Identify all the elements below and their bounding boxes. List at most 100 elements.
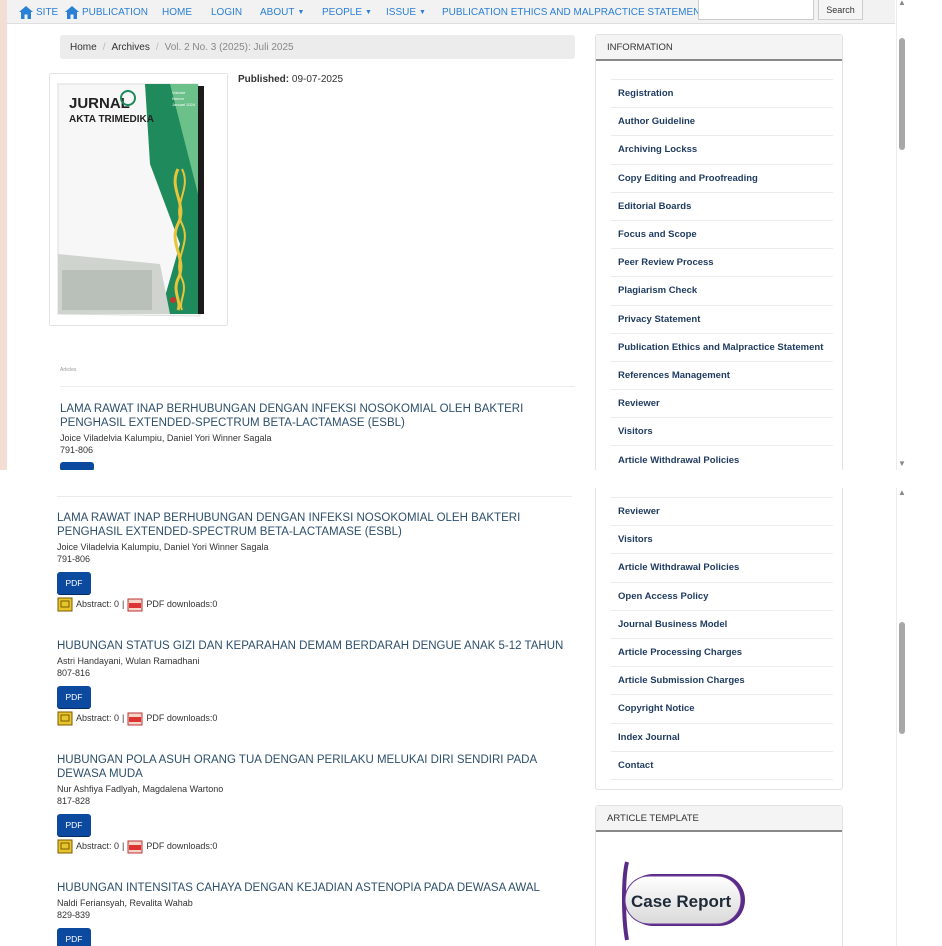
- cover-subtitle: AKTA TRIMEDIKA: [69, 114, 154, 125]
- case-report-banner: Case Report: [622, 861, 745, 941]
- download-count: PDF downloads:0: [146, 713, 218, 723]
- nav-people[interactable]: PEOPLE ▼: [322, 3, 372, 21]
- screenshot-top: SITE PUBLICATION HOME LOGIN ABOUT ▼ PEOPL…: [0, 0, 942, 470]
- article-title-link[interactable]: HUBUNGAN INTENSITAS CAHAYA DENGAN KEJADI…: [57, 881, 567, 895]
- scrollbar[interactable]: ▲: [896, 488, 906, 946]
- article-title-link[interactable]: HUBUNGAN STATUS GIZI DAN KEPARAHAN DEMAM…: [57, 639, 567, 653]
- breadcrumb-archives[interactable]: Archives: [111, 42, 149, 53]
- article-authors: Joice Viladelvia Kalumpiu, Daniel Yori W…: [57, 542, 269, 552]
- sidebar-item-business-model[interactable]: Journal Business Model: [611, 611, 833, 639]
- pdf-file-icon: [127, 840, 143, 854]
- sidebar-item-archiving[interactable]: Archiving Lockss: [611, 136, 833, 165]
- sidebar-item-withdrawal[interactable]: Article Withdrawal Policies: [611, 446, 833, 470]
- article-item: HUBUNGAN INTENSITAS CAHAYA DENGAN KEJADI…: [57, 881, 567, 946]
- sidebar-item-references[interactable]: References Management: [611, 362, 833, 391]
- sidebar-item-index-journal[interactable]: Index Journal: [611, 724, 833, 752]
- nav-home[interactable]: HOME: [162, 3, 192, 21]
- breadcrumb-separator: /: [102, 41, 106, 53]
- sidebar-item-reviewer[interactable]: Reviewer: [611, 498, 833, 527]
- nav-issue-label: ISSUE: [386, 6, 417, 18]
- article-authors: Nur Ashfiya Fadlyah, Magdalena Wartono: [57, 784, 224, 794]
- sidebar-item-copyright[interactable]: Copyright Notice: [611, 695, 833, 724]
- case-report-template-link[interactable]: Case Report: [621, 858, 749, 944]
- abstract-icon: [57, 711, 73, 726]
- scrollbar-thumb[interactable]: [899, 622, 905, 734]
- search-input[interactable]: [698, 0, 814, 20]
- article-pages: 829-839: [57, 910, 91, 920]
- abstract-count: Abstract: 0: [76, 841, 120, 851]
- nav-publication[interactable]: PUBLICATION: [65, 3, 148, 21]
- abstract-count: Abstract: 0: [76, 599, 120, 609]
- caret-down-icon: ▼: [419, 8, 426, 16]
- article-item: HUBUNGAN STATUS GIZI DAN KEPARAHAN DEMAM…: [57, 639, 567, 726]
- issue-cover-image[interactable]: JURNAL AKTA TRIMEDIKA Volume Nomor Janua…: [49, 73, 228, 326]
- sidebar-item-submission-charges[interactable]: Article Submission Charges: [611, 667, 833, 696]
- scroll-down-icon[interactable]: ▼: [898, 459, 906, 468]
- sidebar-info-list: Registration Author Guideline Archiving …: [611, 79, 833, 470]
- section-divider: [57, 496, 572, 497]
- sidebar-item-visitors[interactable]: Visitors: [611, 418, 833, 447]
- download-count: PDF downloads:0: [146, 599, 218, 609]
- nav-publication-label: PUBLICATION: [82, 6, 148, 18]
- sidebar-item-focus-scope[interactable]: Focus and Scope: [611, 221, 833, 250]
- home-icon: [19, 5, 33, 19]
- breadcrumb-separator: /: [155, 41, 159, 53]
- sidebar-item-withdrawal[interactable]: Article Withdrawal Policies: [611, 554, 833, 583]
- pdf-button[interactable]: PDF: [57, 814, 91, 836]
- sidebar-info-list: Reviewer Visitors Article Withdrawal Pol…: [611, 497, 833, 780]
- home-icon: [65, 5, 79, 19]
- scrollbar[interactable]: ▲ ▼: [896, 0, 906, 470]
- article-stats: Abstract: 0 | PDF downloads:0: [57, 710, 567, 726]
- sidebar-information: INFORMATION Registration Author Guidelin…: [595, 34, 843, 470]
- sidebar-item-peer-review[interactable]: Peer Review Process: [611, 249, 833, 278]
- nav-issue[interactable]: ISSUE ▼: [386, 3, 426, 21]
- article-pages: 791-806: [60, 445, 94, 455]
- scrollbar-thumb[interactable]: [899, 38, 905, 150]
- pdf-button[interactable]: PDF: [57, 686, 91, 708]
- cover-side-line: Nomor: [172, 96, 185, 101]
- search-button[interactable]: Search: [818, 0, 863, 20]
- article-pages: 807-816: [57, 668, 91, 678]
- download-count: PDF downloads:0: [146, 841, 218, 851]
- sidebar-item-privacy[interactable]: Privacy Statement: [611, 306, 833, 334]
- pdf-file-icon: [127, 598, 143, 612]
- pdf-button[interactable]: PDF: [57, 928, 91, 946]
- sidebar-item-copy-editing[interactable]: Copy Editing and Proofreading: [611, 165, 833, 193]
- breadcrumb-home[interactable]: Home: [70, 42, 97, 53]
- article-item: HUBUNGAN POLA ASUH ORANG TUA DENGAN PERI…: [57, 753, 567, 854]
- sidebar-item-plagiarism[interactable]: Plagiarism Check: [611, 277, 833, 306]
- article-authors: Astri Handayani, Wulan Ramadhani: [57, 656, 200, 666]
- article-stats: Abstract: 0 | PDF downloads:0: [57, 596, 567, 612]
- nav-publication-ethics[interactable]: PUBLICATION ETHICS AND MALPRACTICE STATE…: [442, 3, 706, 21]
- article-title-link[interactable]: HUBUNGAN POLA ASUH ORANG TUA DENGAN PERI…: [57, 753, 567, 781]
- sidebar-item-reviewer[interactable]: Reviewer: [611, 390, 833, 419]
- pdf-button[interactable]: [60, 462, 94, 470]
- scroll-up-icon[interactable]: ▲: [898, 0, 906, 7]
- section-heading: Articles: [60, 367, 77, 373]
- screenshot-bottom: LAMA RAWAT INAP BERHUBUNGAN DENGAN INFEK…: [0, 488, 942, 946]
- article-item: LAMA RAWAT INAP BERHUBUNGAN DENGAN INFEK…: [60, 402, 570, 470]
- article-authors: Naldi Feriansyah, Revalita Wahab: [57, 898, 193, 908]
- article-title-link[interactable]: LAMA RAWAT INAP BERHUBUNGAN DENGAN INFEK…: [60, 402, 570, 430]
- sidebar-item-visitors[interactable]: Visitors: [611, 526, 833, 555]
- sidebar-item-author-guideline[interactable]: Author Guideline: [611, 108, 833, 137]
- nav-login[interactable]: LOGIN: [211, 3, 242, 21]
- sidebar-item-open-access[interactable]: Open Access Policy: [611, 583, 833, 611]
- article-title-link[interactable]: LAMA RAWAT INAP BERHUBUNGAN DENGAN INFEK…: [57, 511, 567, 539]
- sidebar-item-contact[interactable]: Contact: [611, 752, 833, 780]
- sidebar-item-editorial-boards[interactable]: Editorial Boards: [611, 193, 833, 221]
- top-navbar: SITE PUBLICATION HOME LOGIN ABOUT ▼ PEOPL…: [7, 0, 895, 24]
- article-pages: 817-828: [57, 796, 91, 806]
- cover-illustration: JURNAL AKTA TRIMEDIKA Volume Nomor Janua…: [50, 74, 227, 325]
- case-report-label: Case Report: [631, 892, 731, 911]
- abstract-icon: [57, 839, 73, 854]
- sidebar-item-registration[interactable]: Registration: [611, 80, 833, 109]
- nav-about[interactable]: ABOUT ▼: [260, 3, 304, 21]
- sidebar-item-processing-charges[interactable]: Article Processing Charges: [611, 639, 833, 668]
- sidebar-item-publication-ethics[interactable]: Publication Ethics and Malpractice State…: [611, 334, 833, 362]
- sidebar-heading: INFORMATION: [596, 35, 842, 61]
- stats-separator: |: [122, 713, 125, 723]
- nav-site[interactable]: SITE: [19, 3, 58, 21]
- pdf-button[interactable]: PDF: [57, 572, 91, 594]
- scroll-up-icon[interactable]: ▲: [898, 488, 906, 497]
